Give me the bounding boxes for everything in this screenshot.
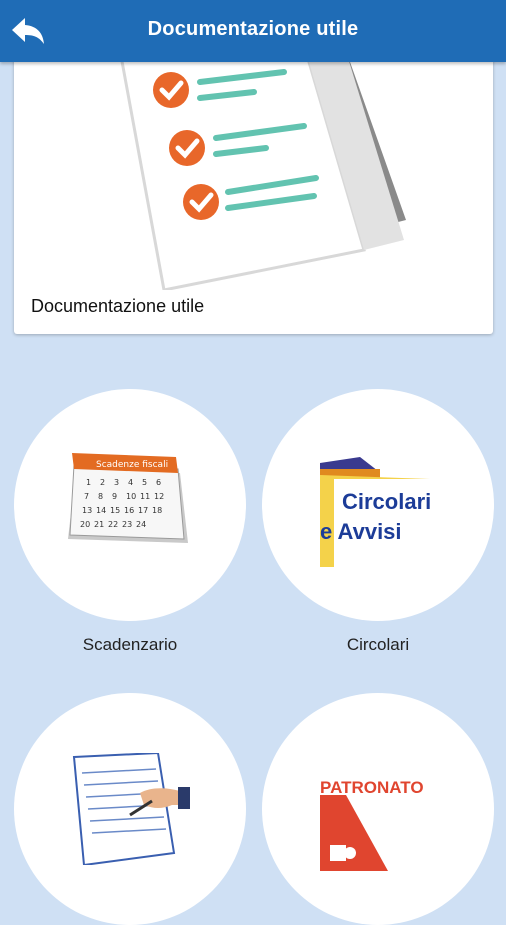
- calendar-icon: Scadenze fiscali 123456 7 8 9 10 11 12 13 14 15…: [68, 453, 188, 543]
- folder-circolari-icon: Circolari e Avvisi: [320, 457, 438, 567]
- tile-patronato[interactable]: PATRONATO: [262, 693, 494, 925]
- tile-documents[interactable]: [14, 693, 246, 925]
- svg-text:9: 9: [112, 492, 117, 501]
- patronato-icon: PATRONATO: [320, 755, 436, 871]
- svg-text:18: 18: [152, 506, 162, 515]
- svg-text:3: 3: [114, 478, 119, 487]
- page-title: Documentazione utile: [147, 18, 359, 40]
- svg-text:22: 22: [108, 520, 118, 529]
- svg-text:15: 15: [110, 506, 120, 515]
- tile-circolari[interactable]: Circolari e Avvisi Circolari: [262, 389, 494, 655]
- svg-text:14: 14: [96, 506, 106, 515]
- svg-text:1: 1: [86, 478, 91, 487]
- svg-text:13: 13: [82, 506, 92, 515]
- documentazione-card[interactable]: Documentazione utile: [14, 40, 493, 334]
- tile-label: Circolari: [346, 635, 410, 654]
- svg-text:24: 24: [136, 520, 146, 529]
- svg-text:10: 10: [126, 492, 136, 501]
- svg-text:20: 20: [80, 520, 90, 529]
- tile-label: Scadenzario: [82, 635, 178, 654]
- app-bar: Documentazione utile: [0, 0, 506, 62]
- svg-text:21: 21: [94, 520, 104, 529]
- svg-text:7: 7: [84, 492, 89, 501]
- tile-circle: Circolari e Avvisi: [262, 389, 494, 621]
- tile-circle: Scadenze fiscali 123456 7 8 9 10 11 12 13 14 15…: [14, 389, 246, 621]
- card-label: Documentazione utile: [31, 296, 205, 316]
- svg-text:Scadenze fiscali: Scadenze fiscali: [96, 460, 168, 470]
- tile-circle: PATRONATO: [262, 693, 494, 925]
- svg-text:6: 6: [156, 478, 161, 487]
- svg-text:11: 11: [140, 492, 150, 501]
- svg-text:Circolari: Circolari: [342, 489, 431, 514]
- svg-text:PATRONATO: PATRONATO: [320, 778, 424, 797]
- svg-text:2: 2: [100, 478, 105, 487]
- checklist-documents-illustration: [117, 43, 406, 290]
- svg-text:5: 5: [142, 478, 147, 487]
- svg-text:17: 17: [138, 506, 148, 515]
- svg-text:23: 23: [122, 520, 132, 529]
- svg-text:4: 4: [128, 478, 133, 487]
- svg-text:12: 12: [154, 492, 164, 501]
- svg-text:e Avvisi: e Avvisi: [320, 519, 402, 544]
- tile-scadenzario[interactable]: Scadenze fiscali 123456 7 8 9 10 11 12 13 14 15…: [14, 389, 246, 655]
- svg-text:16: 16: [124, 506, 134, 515]
- svg-text:8: 8: [98, 492, 103, 501]
- signing-document-icon: [72, 753, 190, 865]
- tile-circle: [14, 693, 246, 925]
